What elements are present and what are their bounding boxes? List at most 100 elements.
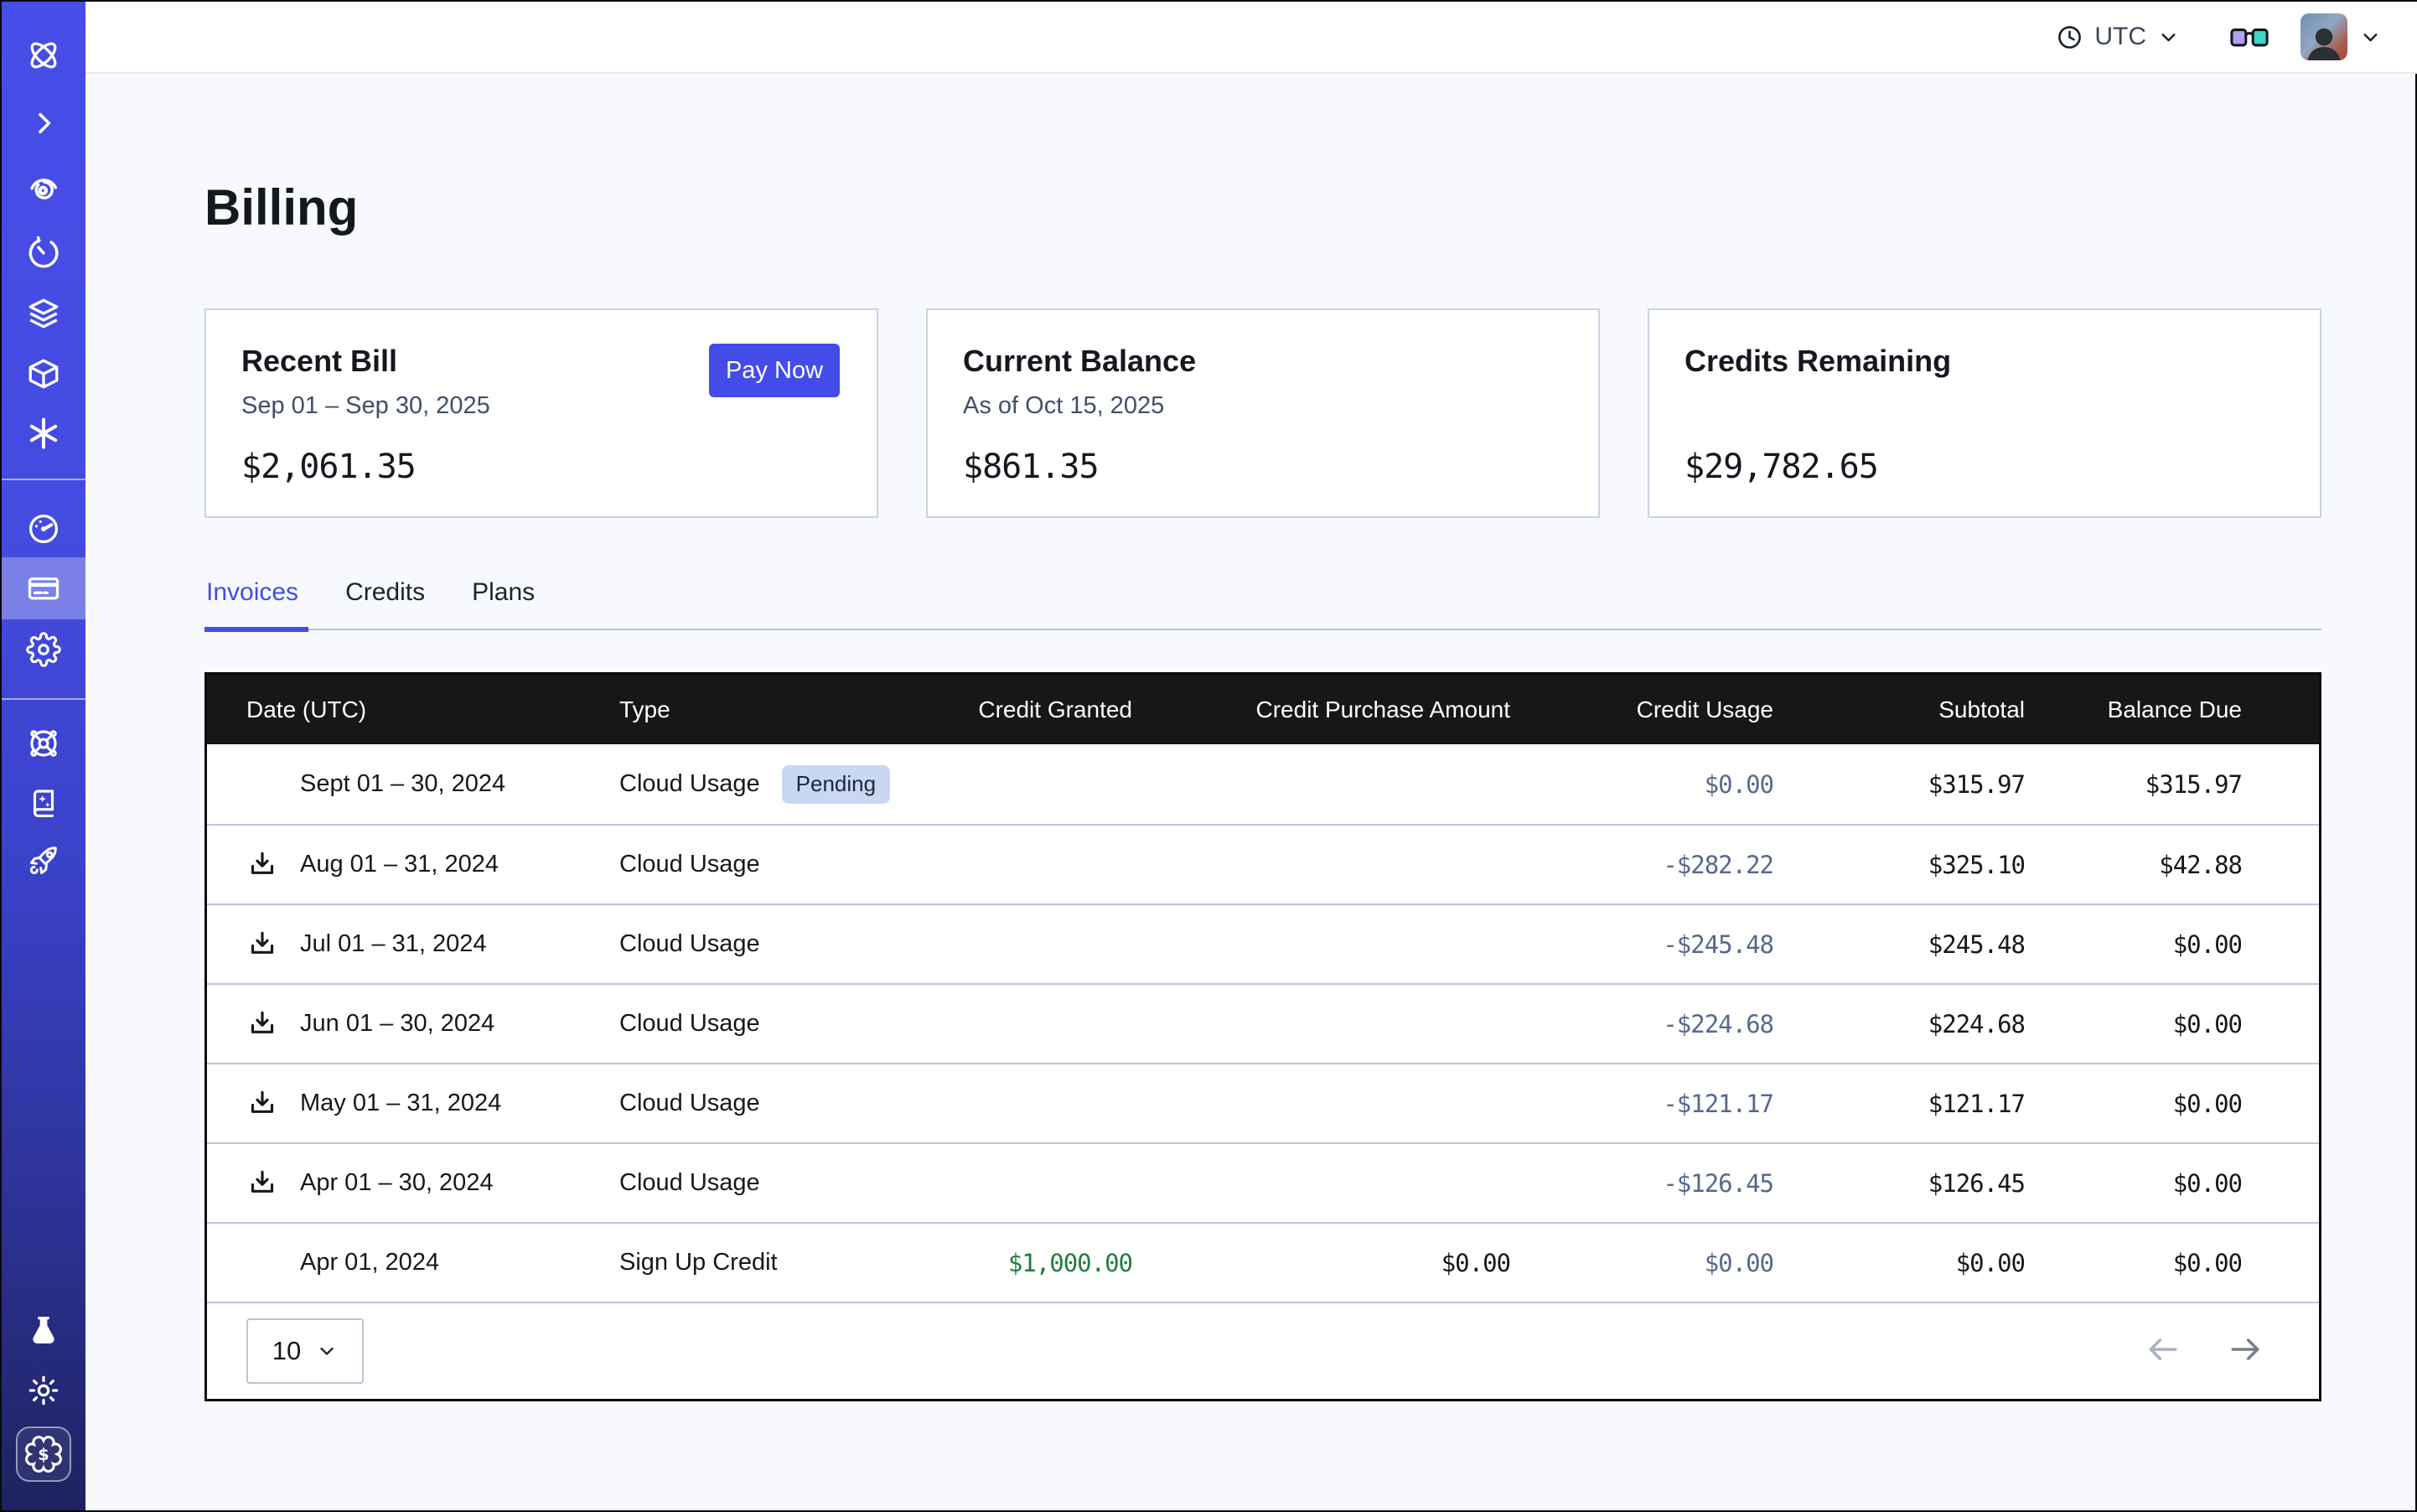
- pagination-arrows: [2145, 1331, 2264, 1372]
- balance-due-cell: $0.00: [2057, 1010, 2319, 1038]
- feedback-glasses-button[interactable]: [2230, 23, 2269, 50]
- column-header: Date (UTC): [207, 696, 619, 723]
- column-header: Type: [619, 696, 928, 723]
- nexus-asterisk-icon[interactable]: [26, 416, 61, 451]
- invoice-date: Aug 01 – 31, 2024: [300, 851, 499, 878]
- billing-page: { "topbar": { "timezone": "UTC" }, "page…: [0, 0, 2417, 1512]
- credit-purchase-amount-cell: $0.00: [1164, 1249, 1543, 1277]
- billing-tabs: Invoices Credits Plans: [204, 578, 2321, 630]
- next-page-button[interactable]: [2227, 1331, 2264, 1372]
- page-size-value: 10: [272, 1336, 301, 1366]
- download-invoice-button[interactable]: [246, 1008, 278, 1040]
- table-body: Sept 01 – 30, 2024Cloud UsagePending$0.0…: [207, 744, 2319, 1302]
- invoice-type: Cloud Usage: [619, 930, 760, 958]
- column-header: Subtotal: [1806, 696, 2057, 723]
- current-balance-card: Current Balance As of Oct 15, 2025 $861.…: [926, 308, 1600, 518]
- user-avatar[interactable]: [2301, 13, 2347, 60]
- column-header: Credit Usage: [1543, 696, 1806, 723]
- temporal-logo-icon[interactable]: [24, 36, 63, 75]
- invoice-type-cell: Cloud Usage: [619, 1090, 928, 1117]
- table-row: Sept 01 – 30, 2024Cloud UsagePending$0.0…: [207, 744, 2319, 824]
- balance-due-cell: $0.00: [2057, 1169, 2319, 1198]
- previous-page-button[interactable]: [2145, 1331, 2182, 1372]
- subtotal-cell: $224.68: [1806, 1010, 2057, 1038]
- theme-sun-icon[interactable]: [27, 1374, 60, 1407]
- sidebar-expand-chevron-icon[interactable]: [28, 107, 60, 139]
- topbar: UTC: [85, 2, 2417, 74]
- invoice-type: Sign Up Credit: [619, 1249, 778, 1276]
- credit-granted-cell: $1,000.00: [928, 1249, 1164, 1277]
- account-menu-chevron[interactable]: [2359, 26, 2382, 49]
- invoice-type-cell: Cloud Usage: [619, 1169, 928, 1197]
- dollar-badge-icon: $: [25, 1436, 62, 1473]
- credits-remaining-title: Credits Remaining: [1685, 344, 2285, 379]
- download-invoice-button[interactable]: [246, 1088, 278, 1120]
- invoice-type: Cloud Usage: [619, 1169, 760, 1197]
- tab-plans[interactable]: Plans: [470, 578, 538, 629]
- subtotal-cell: $325.10: [1806, 851, 2057, 879]
- balance-due-cell: $0.00: [2057, 1090, 2319, 1118]
- credits-remaining-amount: $29,782.65: [1685, 448, 1878, 486]
- pricing-dollar-badge-button[interactable]: $: [16, 1427, 71, 1482]
- credit-usage-cell: $0.00: [1543, 1249, 1806, 1277]
- billing-credit-card-icon[interactable]: [25, 570, 62, 607]
- subtotal-cell: $126.45: [1806, 1169, 2057, 1198]
- invoice-date-cell: Aug 01 – 31, 2024: [207, 849, 619, 881]
- summary-cards: Recent Bill Sep 01 – Sep 30, 2025 $2,061…: [204, 308, 2321, 518]
- download-slot-empty: [246, 1247, 278, 1279]
- invoice-type: Cloud Usage: [619, 1090, 760, 1117]
- download-invoice-icon: [247, 929, 277, 960]
- table-footer: 10: [207, 1302, 2319, 1399]
- credit-usage-cell: -$245.48: [1543, 930, 1806, 959]
- schedules-timer-icon[interactable]: [26, 236, 61, 271]
- chevron-down-icon: [316, 1340, 338, 1362]
- invoice-date: Sept 01 – 30, 2024: [300, 770, 505, 798]
- table-row: Jun 01 – 30, 2024Cloud Usage -$224.68$224…: [207, 983, 2319, 1063]
- usage-gauge-icon[interactable]: [26, 511, 61, 546]
- download-invoice-button[interactable]: [246, 849, 278, 881]
- invoice-type-cell: Cloud Usage: [619, 851, 928, 878]
- support-wheel-icon[interactable]: [26, 726, 61, 761]
- chevron-down-icon: [2359, 26, 2382, 49]
- table-row: Aug 01 – 31, 2024Cloud Usage-$282.22$325…: [207, 824, 2319, 904]
- download-invoice-icon: [247, 1009, 277, 1039]
- invoice-date-cell: Apr 01, 2024: [207, 1247, 619, 1279]
- invoice-type-cell: Cloud Usage: [619, 1010, 928, 1038]
- recent-bill-card: Recent Bill Sep 01 – Sep 30, 2025 $2,061…: [204, 308, 878, 518]
- invoice-type: Cloud Usage: [619, 1010, 760, 1038]
- invoice-type: Cloud Usage: [619, 851, 760, 878]
- pay-now-button[interactable]: Pay Now: [709, 344, 840, 397]
- download-invoice-icon: [247, 1089, 277, 1119]
- invoice-date-cell: May 01 – 31, 2024: [207, 1088, 619, 1120]
- invoice-date-cell: Jun 01 – 30, 2024: [207, 1008, 619, 1040]
- sidebar-divider: [2, 479, 85, 480]
- namespaces-layers-icon[interactable]: [26, 296, 61, 331]
- credit-usage-cell: -$224.68: [1543, 1010, 1806, 1038]
- docs-book-icon[interactable]: [26, 785, 61, 821]
- balance-due-cell: $0.00: [2057, 1249, 2319, 1277]
- deployments-cube-icon[interactable]: [26, 356, 61, 391]
- download-invoice-button[interactable]: [246, 929, 278, 961]
- table-row: Apr 01, 2024Sign Up Credit$1,000.00$0.00…: [207, 1222, 2319, 1302]
- invoice-date-cell: Apr 01 – 30, 2024: [207, 1168, 619, 1199]
- download-invoice-button[interactable]: [246, 1168, 278, 1199]
- tab-credits[interactable]: Credits: [344, 578, 428, 629]
- invoice-date-cell: Jul 01 – 31, 2024: [207, 929, 619, 961]
- settings-gear-icon[interactable]: [26, 632, 61, 667]
- invoice-type-cell: Sign Up Credit: [619, 1249, 928, 1276]
- timezone-selector[interactable]: UTC: [2056, 23, 2180, 51]
- column-header: Balance Due: [2057, 696, 2319, 723]
- column-header: Credit Granted: [928, 696, 1164, 723]
- page-title: Billing: [85, 75, 2417, 238]
- download-invoice-icon: [247, 1168, 277, 1199]
- getting-started-rocket-icon[interactable]: [26, 843, 61, 878]
- balance-due-cell: $0.00: [2057, 930, 2319, 959]
- credits-remaining-card: Credits Remaining $29,782.65: [1648, 308, 2321, 518]
- labs-flask-icon[interactable]: [27, 1313, 60, 1347]
- invoice-type: Cloud Usage: [619, 770, 760, 798]
- workflows-spiral-icon[interactable]: [26, 173, 61, 208]
- invoice-date: Apr 01, 2024: [300, 1249, 439, 1276]
- tab-invoices[interactable]: Invoices: [204, 578, 302, 629]
- invoice-date: May 01 – 31, 2024: [300, 1090, 501, 1117]
- page-size-select[interactable]: 10: [246, 1318, 364, 1384]
